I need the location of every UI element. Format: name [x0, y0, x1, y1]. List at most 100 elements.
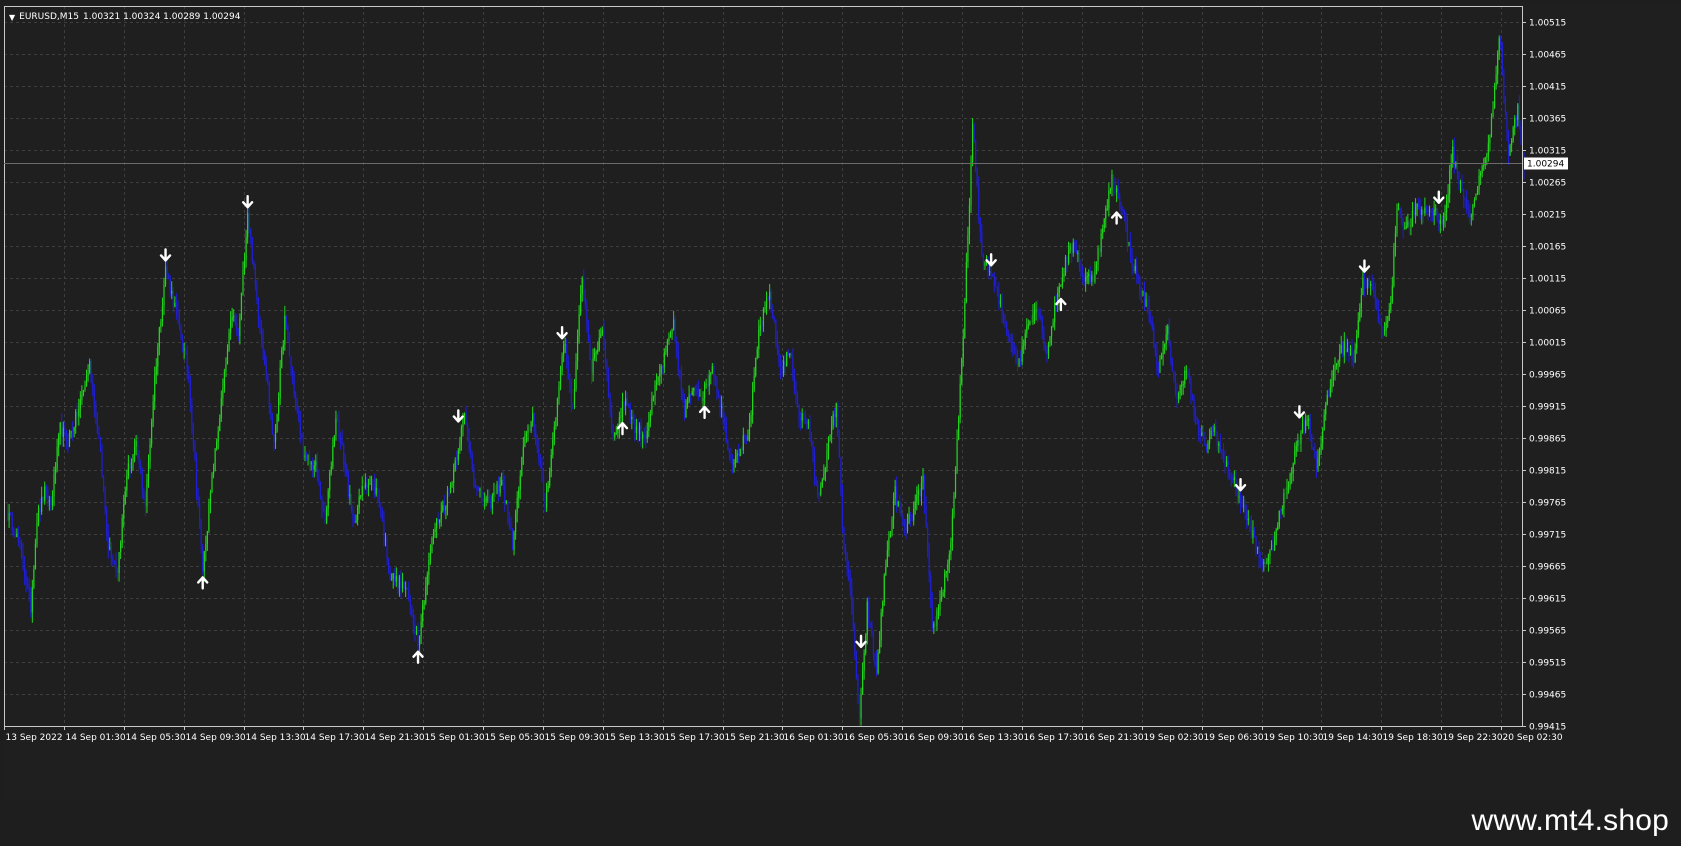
candle — [573, 378, 576, 410]
x-tick-label: 19 Sep 14:30 — [1323, 733, 1383, 743]
candle — [1072, 238, 1074, 257]
candle — [95, 400, 97, 425]
candle — [555, 417, 557, 430]
buy-arrow-icon — [1110, 211, 1123, 225]
candle — [1185, 365, 1187, 380]
candle — [894, 479, 896, 506]
candle — [691, 387, 693, 396]
candle — [521, 456, 523, 477]
candle — [923, 474, 926, 514]
candle — [631, 409, 633, 430]
candle — [126, 469, 128, 498]
chart-menu-icon[interactable]: ▼ — [9, 13, 15, 22]
candle — [885, 559, 887, 577]
candle — [352, 505, 354, 528]
candle — [468, 428, 470, 453]
candle — [425, 576, 427, 606]
candle — [759, 316, 761, 336]
candle — [484, 492, 486, 510]
candle — [1208, 428, 1211, 450]
candle — [329, 469, 331, 499]
candle — [1346, 338, 1349, 353]
candle — [1044, 341, 1046, 353]
candle — [99, 436, 102, 453]
candle — [883, 573, 885, 606]
candle — [1270, 540, 1273, 551]
candle — [274, 424, 277, 449]
y-tick-label: 0.99465 — [1529, 691, 1566, 701]
candle — [1134, 258, 1136, 274]
candle — [1297, 433, 1299, 452]
candle — [677, 343, 679, 377]
candle — [175, 293, 177, 320]
candle — [879, 631, 881, 654]
candle — [1057, 286, 1059, 312]
candle — [1517, 102, 1519, 127]
candle — [434, 522, 436, 538]
candle — [288, 332, 291, 357]
candle — [234, 312, 236, 326]
candle — [445, 505, 447, 520]
candle — [953, 491, 955, 519]
price-chart[interactable]: 1.00515 1.00465 1.00415 1.00365 1.00315 1.002… — [4, 4, 1681, 801]
candle — [13, 526, 15, 538]
y-tick-label: 0.99615 — [1529, 595, 1566, 605]
candle — [739, 448, 741, 457]
candle — [1249, 516, 1251, 532]
grid — [4, 6, 1522, 727]
candle — [1164, 343, 1166, 355]
candle — [552, 432, 554, 459]
candle — [922, 467, 924, 490]
candle — [1442, 212, 1445, 231]
candle — [10, 512, 12, 516]
candle — [149, 438, 151, 470]
candle — [1475, 193, 1477, 201]
candle — [545, 482, 548, 512]
candle — [442, 500, 444, 513]
candle — [652, 395, 655, 402]
candle — [1428, 205, 1431, 217]
candle — [339, 432, 342, 450]
candle — [211, 471, 213, 494]
candle — [1283, 488, 1285, 518]
candle — [1010, 333, 1012, 353]
candle — [504, 475, 506, 512]
candle — [1439, 213, 1441, 234]
candle — [1311, 433, 1313, 450]
candle — [37, 504, 40, 527]
candle — [155, 358, 157, 385]
chart-window[interactable]: 1.00515 1.00465 1.00415 1.00365 1.00315 1.002… — [4, 4, 1681, 801]
candle — [72, 421, 74, 441]
candle — [239, 313, 241, 345]
candle — [1038, 308, 1040, 320]
candle — [1422, 209, 1424, 223]
candle — [748, 412, 751, 442]
candle — [146, 473, 148, 514]
candle — [172, 287, 174, 313]
candle — [67, 432, 69, 454]
candle — [863, 649, 865, 680]
candle — [68, 429, 71, 448]
candle — [1303, 417, 1305, 435]
candle — [1490, 113, 1493, 138]
candle — [1397, 202, 1400, 211]
candle — [594, 347, 596, 361]
candle — [1334, 357, 1336, 381]
candle — [305, 451, 308, 462]
candle — [1402, 217, 1404, 239]
candle — [284, 305, 286, 351]
candle — [800, 411, 802, 431]
ohlc-values: 1.00321 1.00324 1.00289 1.00294 — [83, 12, 241, 22]
candle — [1356, 329, 1358, 354]
candle — [1376, 297, 1378, 311]
candle — [281, 346, 283, 369]
candle — [453, 463, 455, 493]
x-tick-label: 15 Sep 21:30 — [725, 733, 785, 743]
candle — [301, 432, 303, 440]
candle — [271, 412, 274, 435]
candle — [821, 477, 823, 488]
watermark: www.mt4.shop — [1471, 804, 1669, 837]
candle — [810, 431, 813, 447]
sell-arrow-icon — [159, 248, 172, 262]
candle — [260, 320, 263, 348]
